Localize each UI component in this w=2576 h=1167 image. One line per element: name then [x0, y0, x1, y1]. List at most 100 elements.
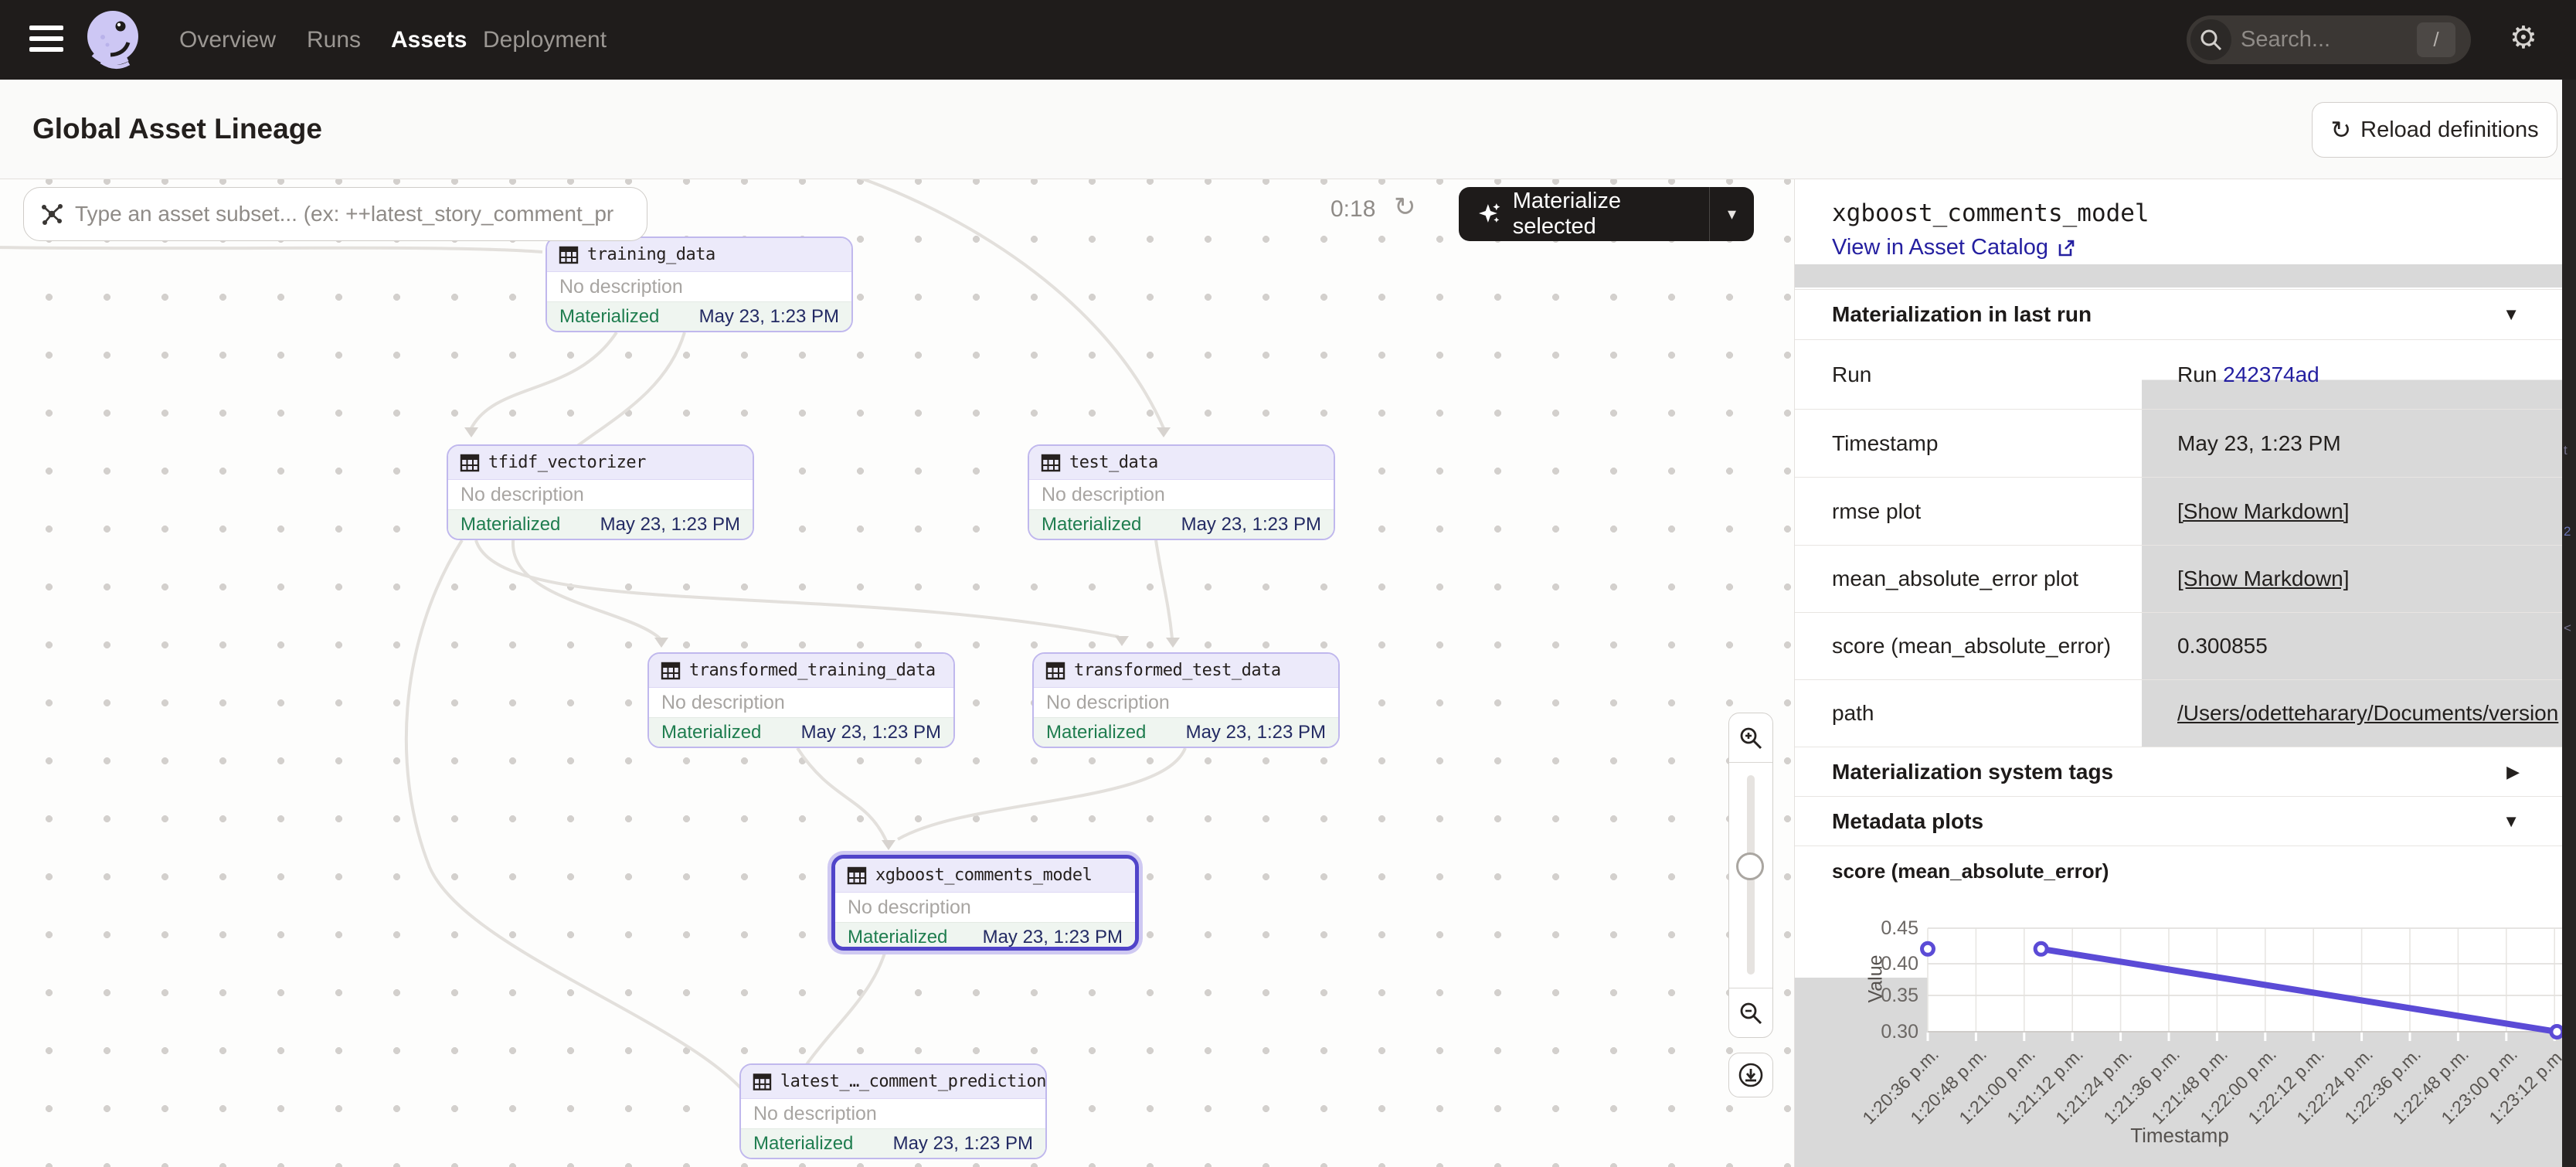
table-icon: [1040, 452, 1062, 474]
download-view-button[interactable]: [1728, 1053, 1773, 1097]
asset-name: transformed_test_data: [1074, 661, 1281, 680]
y-tick: 0.45: [1863, 917, 1918, 940]
metadata-row-run: Run Run 242374ad: [1795, 340, 2563, 410]
status-badge: Materialized: [1046, 722, 1146, 743]
asset-node-test-data[interactable]: test_data No description Materialized May…: [1028, 444, 1335, 540]
search-input[interactable]: [2241, 20, 2411, 59]
section-materialization-last-run[interactable]: Materialization in last run ▼: [1795, 289, 2563, 340]
zoom-in-icon: [1738, 725, 1764, 751]
x-axis-label: Timestamp: [1795, 1124, 2564, 1148]
asset-description: No description: [448, 480, 753, 509]
asset-name: tfidf_vectorizer: [488, 453, 646, 472]
status-badge: Materialized: [661, 722, 761, 743]
menu-icon[interactable]: [29, 26, 63, 55]
materialized-timestamp: May 23, 1:23 PM: [600, 514, 740, 536]
selection-highlight: [1795, 264, 2563, 287]
download-icon: [1737, 1061, 1765, 1089]
status-badge: Materialized: [559, 306, 659, 328]
zoom-out-icon: [1738, 1000, 1764, 1026]
asset-graph-icon: [38, 200, 66, 228]
show-markdown-link[interactable]: [Show Markdown]: [2177, 566, 2350, 591]
search-icon: [2190, 19, 2231, 60]
asset-lineage-graph: 0:18 ↻ Materialize selected ▾ training_d…: [0, 179, 1794, 1167]
table-icon: [660, 660, 681, 682]
materialize-selected-button[interactable]: Materialize selected ▾: [1459, 187, 1754, 241]
materialized-timestamp: May 23, 1:23 PM: [1181, 514, 1321, 536]
data-point: [1922, 943, 1934, 954]
materialize-options-caret[interactable]: ▾: [1709, 187, 1754, 241]
asset-subset-input[interactable]: [75, 191, 647, 237]
nav-overview[interactable]: Overview: [179, 0, 276, 80]
data-point: [2035, 943, 2047, 954]
sparkle-icon: [1477, 202, 1502, 226]
top-nav: Overview Runs Assets Deployment / ⚙: [0, 0, 2576, 80]
asset-description: No description: [1029, 480, 1334, 509]
asset-node-xgboost-comments-model[interactable]: xgboost_comments_model No description Ma…: [831, 855, 1139, 951]
search-box[interactable]: /: [2187, 15, 2471, 64]
status-badge: Materialized: [1042, 514, 1141, 536]
materialized-timestamp: May 23, 1:23 PM: [801, 722, 941, 743]
page-title: Global Asset Lineage: [32, 113, 322, 145]
refresh-icon: ↻: [2330, 117, 2351, 142]
asset-name: xgboost_comments_model: [875, 866, 1092, 885]
chevron-down-icon: ▼: [2503, 305, 2520, 325]
metadata-row-rmse-plot: rmse plot [Show Markdown]: [1795, 478, 2563, 546]
asset-description: No description: [547, 272, 851, 301]
show-markdown-link[interactable]: [Show Markdown]: [2177, 499, 2350, 524]
gear-icon[interactable]: ⚙: [2510, 20, 2537, 56]
asset-node-training-data[interactable]: training_data No description Materialize…: [545, 236, 853, 332]
reload-definitions-button[interactable]: ↻ Reload definitions: [2312, 102, 2557, 158]
page-header: Global Asset Lineage ↻ Reload definition…: [0, 80, 2576, 179]
section-materialization-system-tags[interactable]: Materialization system tags ▶: [1795, 747, 2563, 797]
y-tick: 0.30: [1863, 1020, 1918, 1043]
materialized-timestamp: May 23, 1:23 PM: [699, 306, 839, 328]
status-badge: Materialized: [460, 514, 560, 536]
asset-description: No description: [1034, 688, 1338, 717]
asset-name: test_data: [1069, 453, 1158, 472]
chart-title: score (mean_absolute_error): [1832, 859, 2109, 883]
search-shortcut-badge: /: [2417, 22, 2455, 57]
asset-name: latest_…_comment_predictions: [780, 1072, 1045, 1091]
table-icon: [1045, 660, 1066, 682]
window-edge-sliver: t 2 <: [2562, 80, 2576, 1167]
refresh-graph-icon[interactable]: ↻: [1394, 192, 1416, 223]
asset-node-tfidf-vectorizer[interactable]: tfidf_vectorizer No description Material…: [447, 444, 754, 540]
table-icon: [752, 1071, 773, 1093]
metadata-row-mae-plot: mean_absolute_error plot [Show Markdown]: [1795, 546, 2563, 613]
external-link-icon: [2056, 238, 2076, 258]
asset-description: No description: [835, 893, 1135, 922]
zoom-slider[interactable]: [1747, 775, 1755, 975]
run-id-link[interactable]: 242374ad: [2223, 362, 2319, 387]
view-in-asset-catalog-link[interactable]: View in Asset Catalog: [1832, 235, 2076, 260]
nav-deployment[interactable]: Deployment: [483, 0, 607, 80]
asset-node-transformed-test-data[interactable]: transformed_test_data No description Mat…: [1032, 652, 1340, 748]
metadata-row-timestamp: Timestamp May 23, 1:23 PM: [1795, 410, 2563, 478]
dagster-logo-icon[interactable]: [80, 6, 146, 74]
table-icon: [558, 244, 579, 266]
asset-name: training_data: [587, 245, 715, 264]
nav-runs[interactable]: Runs: [307, 0, 361, 80]
asset-name: transformed_training_data: [689, 661, 936, 680]
path-link[interactable]: /Users/odetteharary/Documents/version: [2177, 701, 2558, 726]
asset-node-transformed-training-data[interactable]: transformed_training_data No description…: [647, 652, 955, 748]
run-prefix: Run: [2177, 362, 2217, 387]
refresh-timer: 0:18: [1330, 196, 1375, 223]
zoom-controls: [1728, 713, 1773, 1038]
asset-title: xgboost_comments_model: [1832, 199, 2149, 227]
asset-node-latest-comment-predictions[interactable]: latest_…_comment_predictions No descript…: [739, 1063, 1047, 1159]
metadata-row-path: path /Users/odetteharary/Documents/versi…: [1795, 680, 2563, 747]
asset-filter-box[interactable]: [23, 187, 647, 241]
status-badge: Materialized: [848, 927, 947, 948]
table-icon: [459, 452, 481, 474]
materialized-timestamp: May 23, 1:23 PM: [983, 927, 1123, 948]
zoom-in-button[interactable]: [1729, 713, 1772, 763]
metadata-row-score: score (mean_absolute_error) 0.300855: [1795, 613, 2563, 680]
nav-assets[interactable]: Assets: [391, 0, 467, 80]
section-metadata-plots[interactable]: Metadata plots ▼: [1795, 797, 2563, 846]
asset-description: No description: [741, 1099, 1045, 1128]
data-point: [2551, 1026, 2563, 1038]
zoom-slider-handle[interactable]: [1736, 852, 1764, 880]
zoom-out-button[interactable]: [1729, 988, 1772, 1037]
chevron-down-icon: ▼: [2503, 811, 2520, 832]
status-badge: Materialized: [753, 1133, 853, 1155]
